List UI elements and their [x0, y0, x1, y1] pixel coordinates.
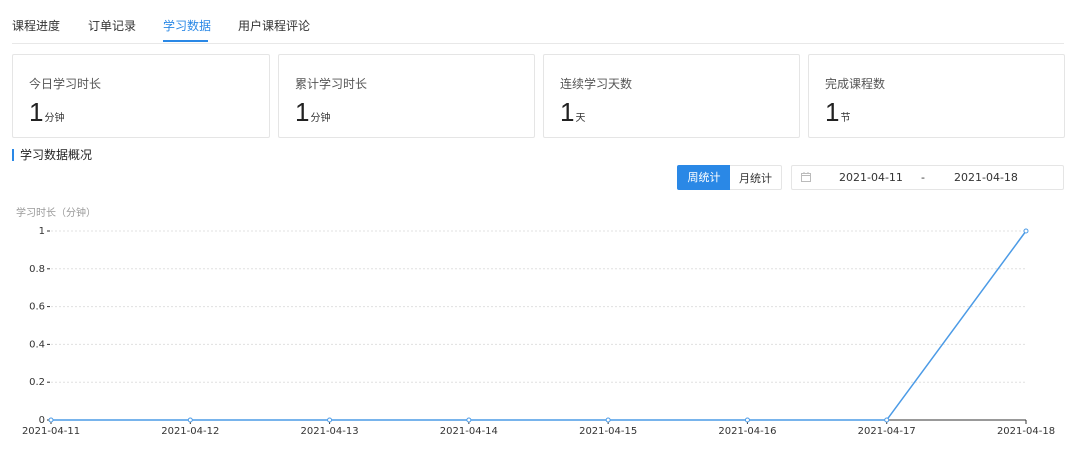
tab-learning-data[interactable]: 学习数据	[163, 19, 211, 33]
stat-card-label: 今日学习时长	[29, 77, 102, 91]
y-tick-label: 0	[39, 415, 45, 426]
y-tick-label: 0.4	[29, 339, 45, 350]
monthly-stats-button[interactable]: 月统计	[730, 165, 782, 190]
section-title-text: 学习数据概况	[20, 148, 93, 162]
x-tick-label: 2021-04-16	[718, 426, 776, 437]
data-point	[466, 417, 472, 423]
x-tick-label: 2021-04-17	[858, 426, 916, 437]
x-tick-label: 2021-04-13	[301, 426, 359, 437]
tab-bar: 课程进度 订单记录 学习数据 用户课程评论	[12, 0, 1064, 44]
stat-number: 1	[29, 97, 44, 127]
data-point	[1023, 228, 1029, 234]
stat-card-value: 1分钟	[29, 97, 64, 128]
stat-unit: 分钟	[310, 113, 331, 124]
x-tick-label: 2021-04-18	[997, 426, 1055, 437]
stat-unit: 天	[575, 113, 586, 124]
date-range-picker[interactable]: 2021-04-11 - 2021-04-18	[791, 165, 1064, 190]
data-point	[744, 417, 750, 423]
calendar-icon	[801, 172, 811, 182]
stat-number: 1	[295, 97, 310, 127]
stat-card-value: 1天	[560, 97, 585, 128]
x-tick-label: 2021-04-12	[161, 426, 219, 437]
stat-card-value: 1节	[825, 97, 850, 128]
tab-order-records[interactable]: 订单记录	[88, 19, 136, 33]
x-tick-label: 2021-04-11	[22, 426, 80, 437]
learning-duration-chart: 学习时长（分钟） 0 0.2 0.4 0.6 0.8 1 2021-04-11 2021-04…	[0, 200, 1080, 471]
stat-card-label: 累计学习时长	[295, 77, 368, 91]
stat-card-value: 1分钟	[295, 97, 330, 128]
section-title-bar	[12, 149, 14, 161]
stat-unit: 分钟	[44, 113, 65, 124]
stat-number: 1	[560, 97, 575, 127]
weekly-stats-button[interactable]: 周统计	[677, 165, 731, 190]
y-tick-label: 0.6	[29, 302, 45, 313]
section-title: 学习数据概况	[12, 148, 92, 162]
active-tab-indicator	[163, 40, 208, 42]
data-point	[884, 417, 890, 423]
stat-card-today-duration: 今日学习时长 1分钟	[12, 54, 270, 138]
tab-user-course-comments[interactable]: 用户课程评论	[238, 19, 310, 33]
y-tick-label: 0.2	[29, 377, 45, 388]
line-chart: 0 0.2 0.4 0.6 0.8 1 2021-04-11 2021-04-12 2021-0…	[22, 226, 1055, 437]
stat-number: 1	[825, 97, 840, 127]
x-tick-label: 2021-04-15	[579, 426, 637, 437]
x-tick-label: 2021-04-14	[440, 426, 498, 437]
stat-unit: 节	[840, 113, 851, 124]
stat-card-label: 完成课程数	[825, 77, 886, 91]
stat-card-completed-courses: 完成课程数 1节	[808, 54, 1065, 138]
date-range-start[interactable]: 2021-04-11	[839, 171, 903, 185]
series-line	[51, 230, 1027, 421]
stat-card-label: 连续学习天数	[560, 77, 633, 91]
stat-card-streak-days: 连续学习天数 1天	[543, 54, 800, 138]
data-point	[48, 417, 54, 423]
y-tick-label: 1	[39, 226, 45, 237]
stat-card-total-duration: 累计学习时长 1分钟	[278, 54, 535, 138]
data-point	[605, 417, 611, 423]
y-tick-label: 0.8	[29, 264, 45, 275]
tab-course-progress[interactable]: 课程进度	[12, 19, 60, 33]
data-point	[327, 417, 333, 423]
date-range-end[interactable]: 2021-04-18	[954, 171, 1018, 185]
date-range-separator: -	[921, 171, 925, 184]
data-point	[187, 417, 193, 423]
